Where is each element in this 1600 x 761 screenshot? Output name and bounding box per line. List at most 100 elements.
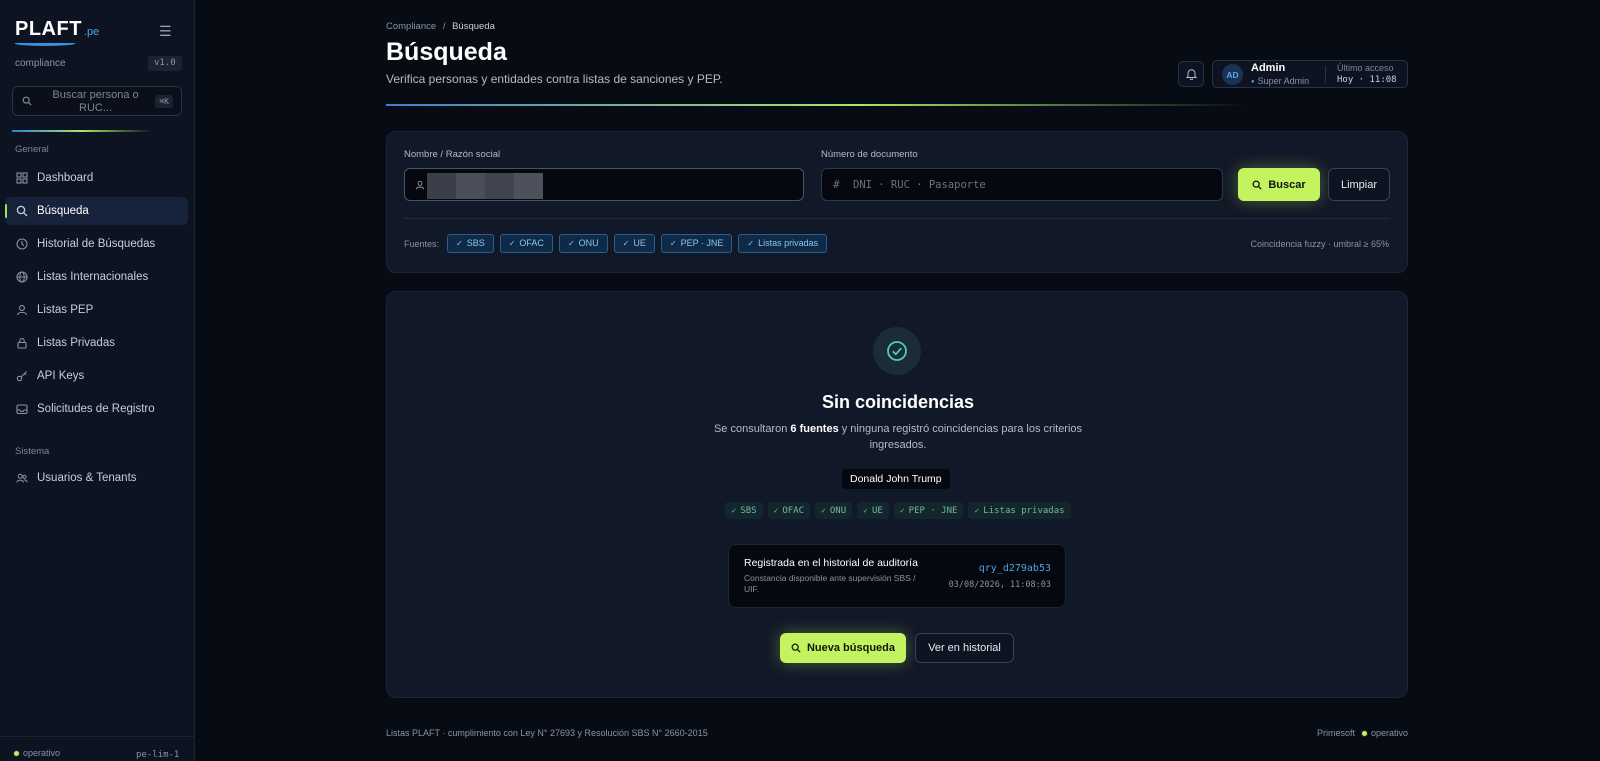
- sidebar-item-listas-pep[interactable]: Listas PEP: [5, 296, 188, 324]
- check-circle-icon: [887, 341, 907, 361]
- source-chip-ofac[interactable]: OFAC: [499, 234, 553, 253]
- redacted-value-block: [514, 173, 543, 199]
- sidebar-item-usuarios[interactable]: Usuarios & Tenants: [5, 464, 188, 492]
- checked-sources: SBS OFAC ONU UE PEP · JNE Listas privada…: [387, 502, 1409, 519]
- clear-button[interactable]: Limpiar: [1328, 168, 1390, 201]
- source-chip-ue[interactable]: UE: [613, 234, 655, 253]
- audit-timestamp: 03/08/2026, 11:08:03: [948, 580, 1051, 590]
- sidebar-divider: [12, 130, 152, 132]
- redacted-value-block: [485, 173, 514, 199]
- sidebar-item-listas-privadas[interactable]: Listas Privadas: [5, 329, 188, 357]
- last-access-value: Hoy · 11:08: [1337, 75, 1397, 85]
- page-subtitle: Verifica personas y entidades contra lis…: [386, 72, 723, 86]
- version-badge: v1.0: [148, 56, 182, 71]
- audit-record-card: Registrada en el historial de auditoría …: [728, 544, 1066, 608]
- view-history-button[interactable]: Ver en historial: [915, 633, 1014, 663]
- page-footer-legal: Listas PLAFT · cumplimiento con Ley N° 2…: [386, 728, 708, 738]
- page-title: Búsqueda: [386, 38, 507, 66]
- sidebar-item-solicitudes[interactable]: Solicitudes de Registro: [5, 395, 188, 423]
- result-desc-count: 6 fuentes: [790, 423, 839, 435]
- source-chip-onu[interactable]: ONU: [558, 234, 608, 253]
- inbox-icon: [16, 404, 28, 415]
- checked-source-sbs: SBS: [725, 502, 763, 519]
- audit-subtitle: Constancia disponible ante supervisión S…: [744, 573, 916, 594]
- sidebar-status: operativo: [13, 748, 60, 758]
- result-desc-suffix: y ninguna registró coincidencias para lo…: [838, 423, 1083, 451]
- search-button[interactable]: Buscar: [1238, 168, 1320, 201]
- new-search-button-label: Nueva búsqueda: [806, 642, 896, 654]
- name-input[interactable]: [404, 168, 804, 201]
- breadcrumb-current: Búsqueda: [452, 21, 495, 32]
- redacted-value-block: [456, 173, 485, 199]
- sidebar-item-label: Listas PEP: [37, 304, 94, 316]
- title-divider: [386, 104, 1246, 106]
- users-icon: [16, 473, 28, 483]
- result-desc-prefix: Se consultaron: [713, 423, 791, 435]
- document-input[interactable]: # DNI · RUC · Pasaporte: [821, 168, 1223, 201]
- key-icon: [16, 371, 27, 382]
- search-panel: Nombre / Razón social Número de document…: [386, 131, 1408, 273]
- user-role: Super Admin: [1251, 76, 1310, 86]
- result-description: Se consultaron 6 fuentes y ninguna regis…: [713, 421, 1083, 453]
- checked-source-onu: ONU: [815, 502, 853, 519]
- sidebar-node-id: pe-lim-1: [136, 750, 180, 760]
- sidebar-item-label: Usuarios & Tenants: [37, 472, 137, 484]
- avatar: AD: [1222, 64, 1243, 85]
- hamburger-menu-icon[interactable]: ☰: [159, 24, 173, 38]
- audit-title: Registrada en el historial de auditoría: [744, 557, 918, 569]
- user-menu[interactable]: AD Admin Super Admin Último acceso Hoy ·…: [1212, 60, 1408, 88]
- lock-icon: [17, 338, 27, 349]
- checked-source-ofac: OFAC: [767, 502, 811, 519]
- sidebar-item-busqueda[interactable]: Búsqueda: [5, 197, 188, 225]
- sidebar-item-api-keys[interactable]: API Keys: [5, 362, 188, 390]
- source-chip-listas-privadas[interactable]: Listas privadas: [738, 234, 828, 253]
- logo-text: PLAFT: [15, 18, 82, 40]
- hash-icon: #: [833, 178, 840, 191]
- status-dot-icon: [1360, 729, 1368, 737]
- search-icon: [16, 205, 28, 217]
- sidebar-item-listas-internacionales[interactable]: Listas Internacionales: [5, 263, 188, 291]
- logo-swoosh: [15, 41, 75, 46]
- search-shortcut-badge: ⌘K: [155, 95, 173, 108]
- last-access-label: Último acceso: [1337, 63, 1394, 73]
- sidebar-item-label: Solicitudes de Registro: [37, 403, 155, 415]
- result-title: Sin coincidencias: [821, 392, 975, 412]
- logo-suffix: .pe: [83, 26, 100, 38]
- document-field-label: Número de documento: [821, 149, 918, 160]
- sidebar-search-input[interactable]: Buscar persona o RUC... ⌘K: [12, 86, 182, 116]
- new-search-button[interactable]: Nueva búsqueda: [780, 633, 906, 663]
- result-panel: Sin coincidencias Se consultaron 6 fuent…: [386, 291, 1408, 698]
- breadcrumb-parent[interactable]: Compliance: [386, 21, 436, 32]
- sidebar-footer-divider: [0, 736, 195, 737]
- sidebar: PLAFT .pe ☰ compliance v1.0 Buscar person…: [0, 0, 195, 761]
- sidebar-item-label: Listas Internacionales: [37, 271, 149, 283]
- footer-status: operativo: [1360, 728, 1408, 738]
- footer-status-text: operativo: [1370, 728, 1408, 738]
- search-icon: [791, 643, 801, 653]
- sources-label: Fuentes:: [404, 239, 440, 249]
- sidebar-item-label: Dashboard: [37, 172, 94, 184]
- section-label-sistema: Sistema: [15, 446, 50, 457]
- search-icon: [22, 96, 32, 106]
- breadcrumb-separator: /: [442, 21, 446, 32]
- sidebar-item-historial[interactable]: Historial de Búsquedas: [5, 230, 188, 258]
- source-chip-pep-jne[interactable]: PEP · JNE: [660, 234, 733, 253]
- sidebar-item-dashboard[interactable]: Dashboard: [5, 164, 188, 192]
- source-chip-sbs[interactable]: SBS: [447, 234, 494, 253]
- logo[interactable]: PLAFT .pe: [15, 18, 100, 46]
- sidebar-item-label: Búsqueda: [37, 205, 89, 217]
- clock-icon: [16, 238, 28, 250]
- checked-source-listas-privadas: Listas privadas: [968, 502, 1071, 519]
- name-field-label: Nombre / Razón social: [404, 149, 501, 160]
- brand-subtitle: compliance: [15, 58, 66, 69]
- sidebar-item-label: API Keys: [37, 370, 85, 382]
- status-dot-icon: [13, 749, 20, 757]
- bell-icon: [1185, 69, 1197, 80]
- notifications-button[interactable]: [1178, 61, 1204, 87]
- section-label-general: General: [15, 144, 49, 155]
- audit-query-id[interactable]: qry_d279ab53: [979, 563, 1051, 574]
- search-icon: [1252, 180, 1262, 190]
- footer-brand: Primesoft: [1316, 728, 1355, 738]
- user-icon: [415, 180, 425, 190]
- source-filter-chips: SBS OFAC ONU UE PEP · JNE Listas privada…: [447, 234, 828, 253]
